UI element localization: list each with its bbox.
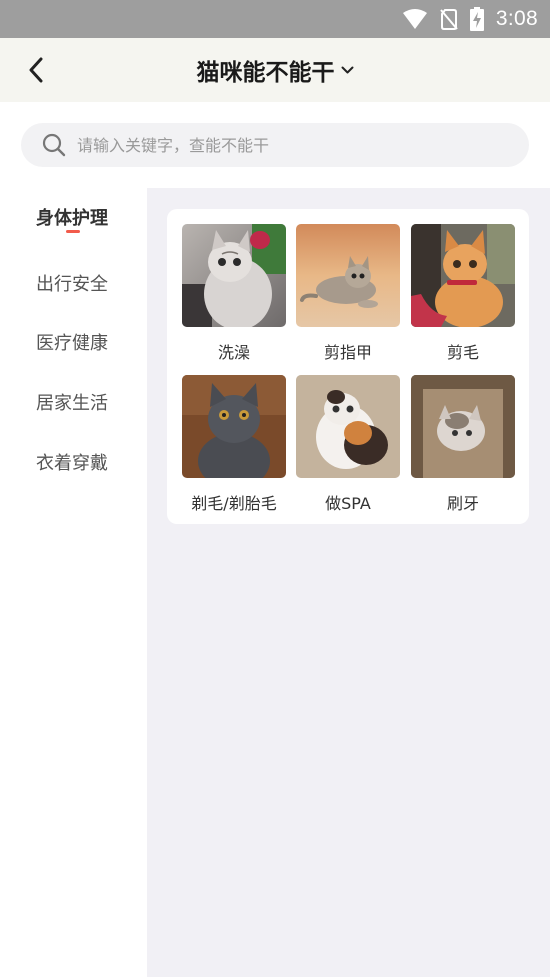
grid-item-label: 剪毛 xyxy=(446,343,479,362)
grid-item-haircut[interactable]: 剪毛 xyxy=(411,224,515,363)
sidebar-item-clothing[interactable]: 衣着穿戴 xyxy=(36,445,136,479)
no-sim-icon xyxy=(440,9,458,30)
sidebar-item-label: 身体护理 xyxy=(36,208,108,229)
grid-item-label: 做SPA xyxy=(325,494,371,513)
app-header: 猫咪能不能干 xyxy=(0,38,550,102)
active-indicator xyxy=(66,230,80,233)
status-time: 3:08 xyxy=(495,7,538,30)
page-title: 猫咪能不能干 xyxy=(196,60,335,86)
grid-item-teeth-brush[interactable]: 刷牙 xyxy=(411,375,515,514)
grid-item-label: 剪指甲 xyxy=(323,343,372,362)
sidebar-item-travel-safety[interactable]: 出行安全 xyxy=(36,266,136,300)
category-sidebar xyxy=(0,188,147,977)
grid-item-nail-trim[interactable]: 剪指甲 xyxy=(296,224,400,363)
title-wrap: 猫咪能不能干 xyxy=(0,38,550,102)
cat-nail-trim-image xyxy=(296,224,400,327)
search-bar[interactable] xyxy=(21,123,529,167)
sidebar-item-medical-health[interactable]: 医疗健康 xyxy=(36,325,136,359)
cat-haircut-image xyxy=(411,224,515,327)
topic-card: 洗澡 剪指甲 剪毛 剃毛/剃胎毛 做SPA 刷牙 xyxy=(167,209,529,524)
grid-item-spa[interactable]: 做SPA xyxy=(296,375,400,514)
sidebar-item-home-life[interactable]: 居家生活 xyxy=(36,385,136,419)
search-icon xyxy=(41,132,67,158)
search-input[interactable] xyxy=(77,135,477,155)
grid-item-label: 刷牙 xyxy=(446,494,479,513)
grid-item-shave[interactable]: 剃毛/剃胎毛 xyxy=(182,375,286,514)
cat-shave-image xyxy=(182,375,286,478)
grid-item-label: 剃毛/剃胎毛 xyxy=(191,494,277,513)
wifi-icon xyxy=(402,9,427,29)
sidebar-item-label: 衣着穿戴 xyxy=(36,453,108,474)
cat-teeth-brush-image xyxy=(411,375,515,478)
sidebar-item-label: 医疗健康 xyxy=(36,333,108,354)
cat-spa-image xyxy=(296,375,400,478)
battery-charging-icon xyxy=(469,7,484,31)
title-dropdown-button[interactable]: 猫咪能不能干 xyxy=(197,53,354,87)
cat-bath-image xyxy=(182,224,286,327)
chevron-down-icon xyxy=(341,66,353,73)
sidebar-item-body-care[interactable]: 身体护理 xyxy=(36,200,136,234)
grid-item-label: 洗澡 xyxy=(217,343,250,362)
status-icons: 3:08 xyxy=(402,0,538,38)
sidebar-item-label: 出行安全 xyxy=(36,274,108,295)
sidebar-item-label: 居家生活 xyxy=(36,393,108,414)
grid-item-bath[interactable]: 洗澡 xyxy=(182,224,286,363)
status-bar: 3:08 xyxy=(0,0,550,38)
